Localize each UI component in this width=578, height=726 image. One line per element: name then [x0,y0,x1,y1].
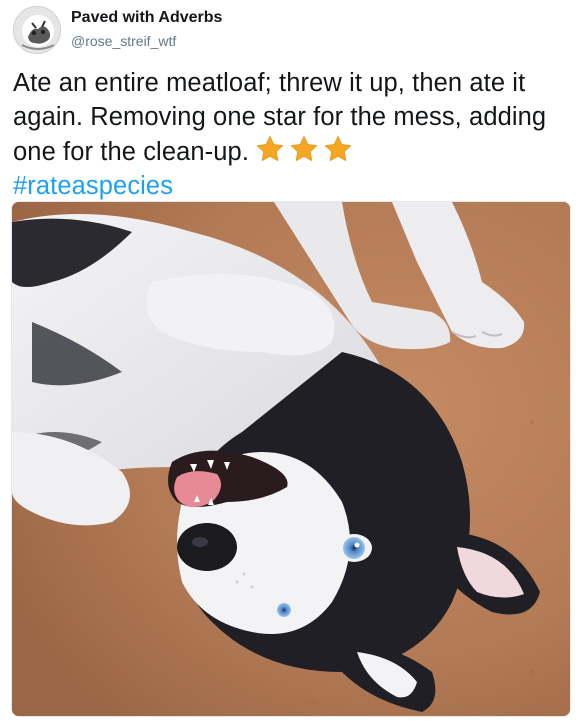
star-emoji-icon [324,135,352,161]
avatar[interactable] [13,6,61,54]
author-display-name[interactable]: Paved with Adverbs [71,8,371,28]
star-emoji-icon [256,135,284,161]
tweet-text: Ate an entire meatloaf; threw it up, the… [13,66,568,203]
hashtag-link[interactable]: #rateaspecies [13,172,173,200]
author-names: Paved with Adverbs @rose_streif_wtf [71,8,371,50]
star-emoji-icon [290,135,318,161]
cartoon-dog-avatar-icon [14,7,60,53]
tweet-card: Paved with Adverbs @rose_streif_wtf Ate … [0,0,578,726]
husky-photo [12,202,570,716]
star-rating [255,134,353,164]
tweet-photo[interactable] [11,201,571,717]
author-handle[interactable]: @rose_streif_wtf [71,32,371,50]
